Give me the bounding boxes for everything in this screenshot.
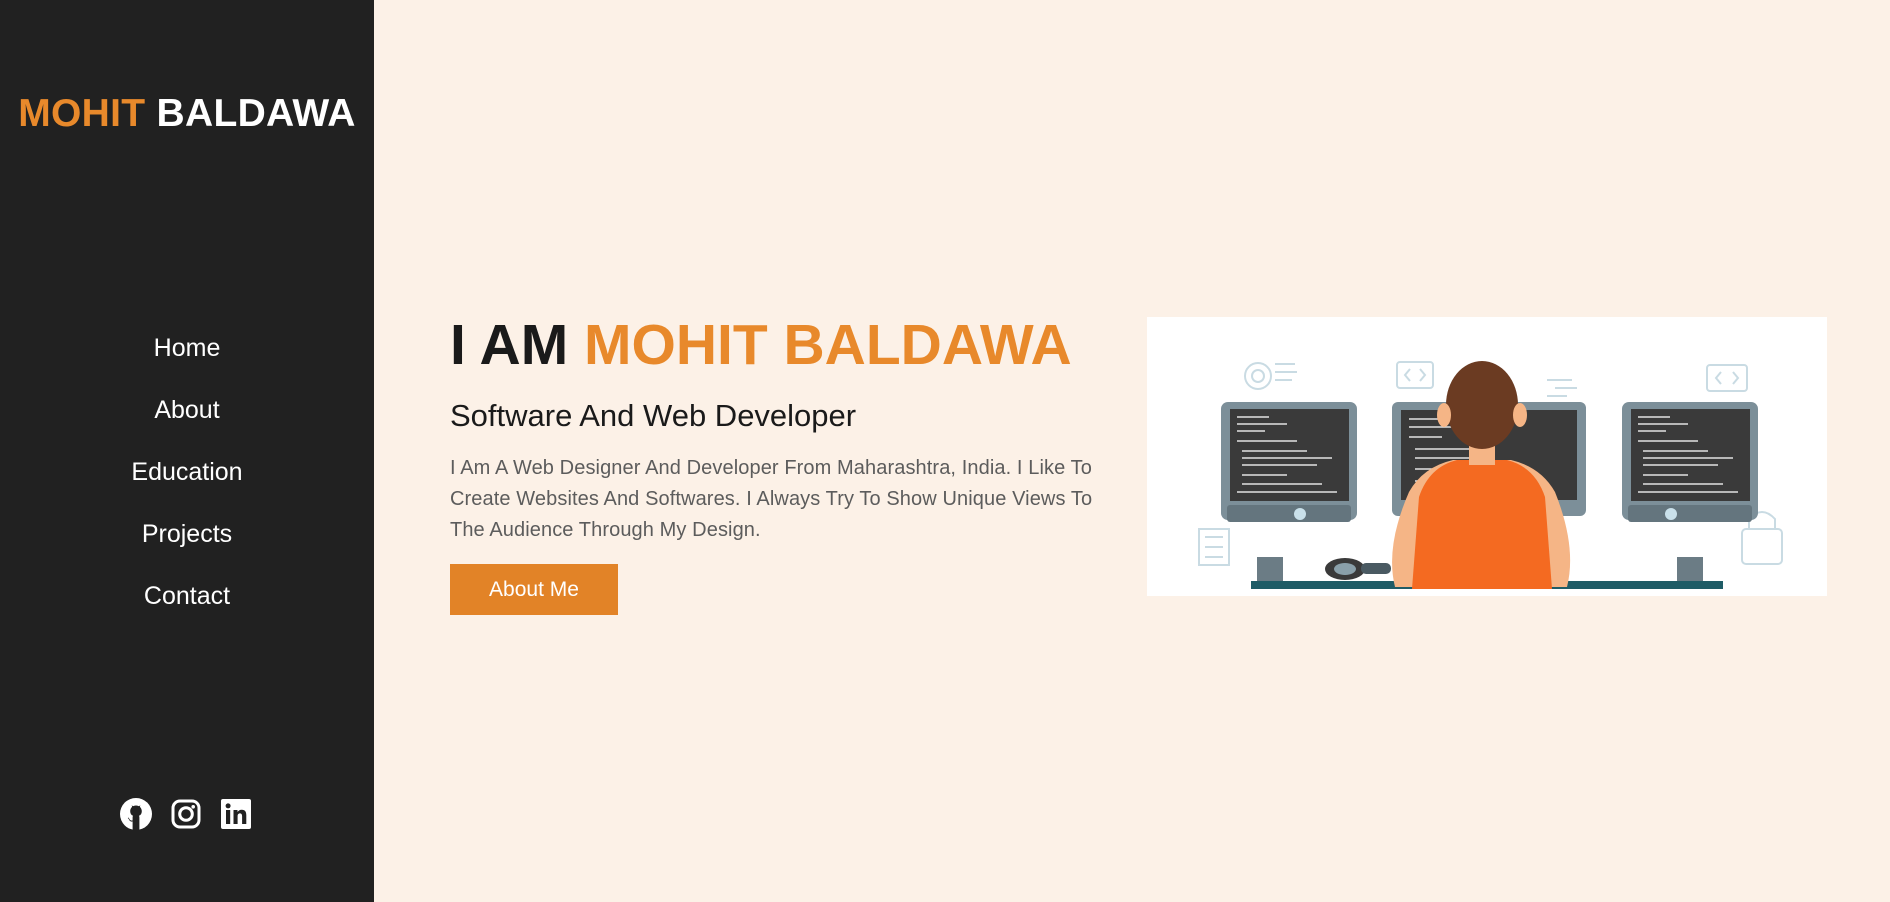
- developer-at-monitors-image: [1198, 361, 1783, 589]
- main-nav: Home About Education Projects Contact: [0, 328, 374, 638]
- hero-section: I AM MOHIT BALDAWA Software And Web Deve…: [374, 0, 1890, 902]
- hero-title: I AM MOHIT BALDAWA: [450, 312, 1072, 378]
- nav-link-contact[interactable]: Contact: [0, 576, 374, 638]
- social-links: [120, 798, 252, 830]
- brand-logo[interactable]: MOHIT BALDAWA: [0, 92, 374, 136]
- github-icon: [120, 798, 152, 830]
- hero-subtitle: Software And Web Developer: [450, 398, 857, 433]
- nav-link-projects[interactable]: Projects: [0, 514, 374, 576]
- instagram-link[interactable]: [170, 798, 202, 830]
- about-me-button[interactable]: About Me: [450, 564, 618, 615]
- hero-title-prefix: I AM: [450, 313, 569, 377]
- instagram-icon: [171, 799, 201, 829]
- hero-title-name: MOHIT BALDAWA: [584, 313, 1072, 377]
- developer-illustration: [1147, 317, 1827, 596]
- nav-link-education[interactable]: Education: [0, 452, 374, 514]
- nav-link-home[interactable]: Home: [0, 328, 374, 390]
- linkedin-icon: [221, 799, 251, 829]
- nav-link-about[interactable]: About: [0, 390, 374, 452]
- hero-description: I Am A Web Designer And Developer From M…: [450, 457, 1093, 541]
- brand-first-name: MOHIT: [18, 92, 146, 135]
- page: MOHIT BALDAWA Home About Education Proje…: [0, 0, 1890, 902]
- brand-last-name: BALDAWA: [156, 92, 356, 135]
- sidebar: MOHIT BALDAWA Home About Education Proje…: [0, 0, 374, 902]
- linkedin-link[interactable]: [220, 798, 252, 830]
- github-link[interactable]: [120, 798, 152, 830]
